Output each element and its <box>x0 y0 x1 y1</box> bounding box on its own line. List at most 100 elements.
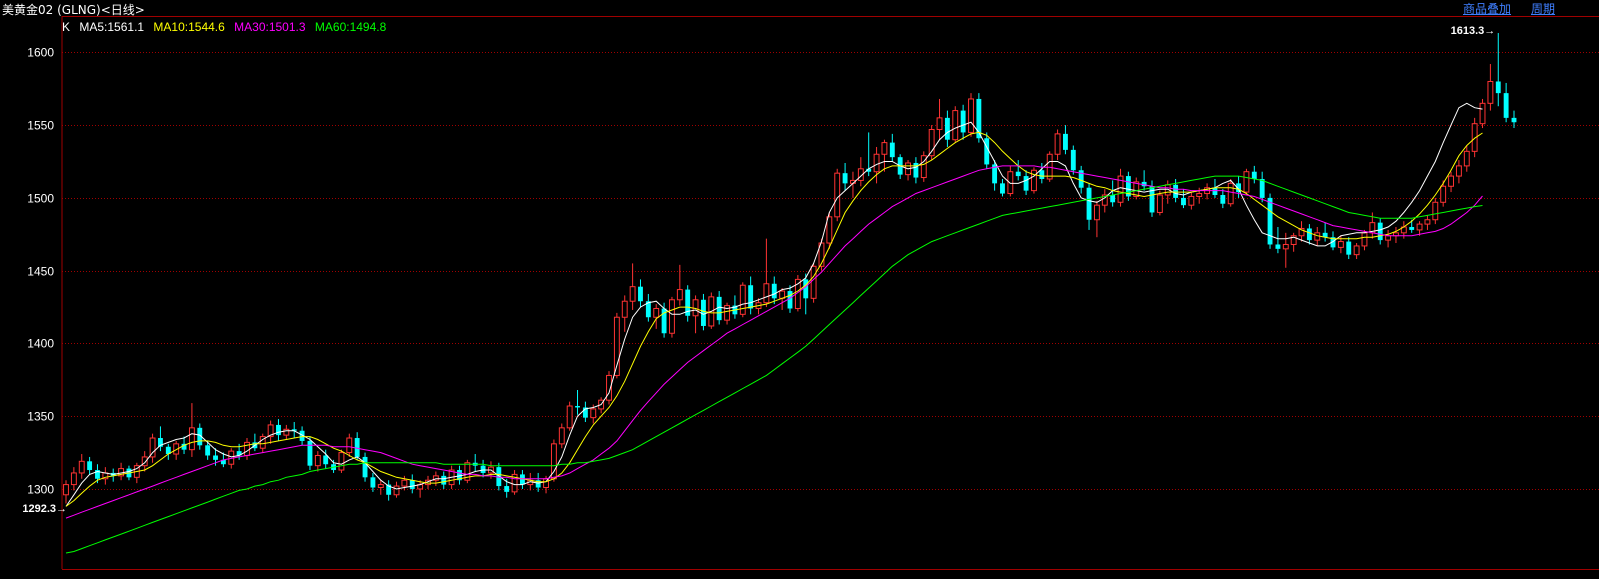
candle-body-up <box>739 284 746 315</box>
candle-body-down <box>362 456 368 478</box>
candle-body-down <box>960 110 966 133</box>
candle-body-down <box>1251 171 1257 179</box>
candle-body-up <box>1282 243 1289 250</box>
candle-body-up <box>338 452 345 471</box>
legend-ma60: MA60:1494.8 <box>314 20 387 34</box>
candle-body-up <box>1196 193 1203 197</box>
candle-body-down <box>771 283 777 299</box>
candle-body-up <box>1243 171 1250 193</box>
candle-body-up <box>968 98 974 133</box>
candle-body-up <box>1385 235 1392 241</box>
candle-body-down <box>1212 187 1218 195</box>
candle-body-down <box>575 406 580 408</box>
candle-body-up <box>873 153 880 173</box>
candle-body-up <box>393 485 400 496</box>
candle-body-down <box>441 475 447 485</box>
max-price-label: 1613.3→ <box>1451 25 1496 37</box>
candle-body-down <box>1259 178 1265 198</box>
candle-body-down <box>1267 197 1273 245</box>
candle-body-down <box>1181 197 1186 206</box>
candle-body-up <box>1156 194 1163 213</box>
ma-legend: K MA5:1561.1 MA10:1544.6 MA30:1501.3 MA6… <box>62 20 392 34</box>
candle-body-up <box>566 405 573 429</box>
candle-body-up <box>621 300 628 318</box>
candle-body-up <box>1031 169 1037 192</box>
candle-body-down <box>1000 183 1005 194</box>
candle-body-up <box>936 117 943 131</box>
candle-body-down <box>1220 194 1226 204</box>
candle-body-down <box>1503 93 1509 118</box>
ma10-line <box>65 131 1483 507</box>
candle-body-down <box>1062 133 1068 150</box>
candle-body-up <box>669 299 675 334</box>
candle-body-up <box>1440 185 1447 203</box>
candle-body-down <box>1173 184 1179 198</box>
candle-body-down <box>1346 241 1352 255</box>
candle-body-down <box>1409 227 1415 230</box>
y-tick-label: 1550 <box>27 119 54 133</box>
candle-body-up <box>1188 195 1195 206</box>
candle-body-up <box>1054 133 1061 155</box>
y-tick-label: 1500 <box>27 192 54 206</box>
candle-body-up <box>881 142 888 155</box>
candle-body-down <box>944 117 950 140</box>
candle-body-up <box>952 110 959 141</box>
candle-body-down <box>1495 81 1501 94</box>
candle-body-down <box>842 173 848 184</box>
candle-body-up <box>1432 201 1439 221</box>
candle-body-up <box>1007 171 1014 195</box>
candle-body-up <box>314 454 321 467</box>
candle-body-up <box>558 427 565 445</box>
candle-body-down <box>87 461 93 471</box>
candle-body-down <box>984 138 990 165</box>
candle-body-up <box>1361 232 1368 247</box>
candle-body-down <box>504 486 510 492</box>
candle-body-down <box>205 445 211 456</box>
candle-body-up <box>1416 223 1423 231</box>
legend-ma30: MA30:1501.3 <box>234 20 306 34</box>
candle-body-up <box>810 265 817 299</box>
candle-body-down <box>409 480 415 489</box>
candle-body-up <box>834 172 841 218</box>
candle-body-up <box>78 460 85 474</box>
candle-body-up <box>653 308 660 318</box>
ma5-line <box>65 102 1483 507</box>
candle-body-up <box>1479 102 1486 125</box>
candle-body-down <box>1306 228 1312 241</box>
candle-body-down <box>307 440 313 466</box>
candle-body-down <box>889 142 895 158</box>
candle-body-up <box>377 484 384 489</box>
candle-body-down <box>1023 176 1029 191</box>
candle-body-up <box>1353 245 1360 256</box>
candle-body-down <box>638 286 643 302</box>
candle-body-up <box>70 472 77 486</box>
candle-body-down <box>1039 170 1045 179</box>
y-tick-label: 1450 <box>27 265 54 279</box>
candle-body-up <box>629 286 636 302</box>
candle-body-up <box>63 484 69 496</box>
candle-body-up <box>1046 153 1053 180</box>
candle-body-up <box>1448 175 1454 187</box>
candle-body-down <box>748 285 754 309</box>
y-tick-label: 1600 <box>27 46 54 60</box>
y-tick-label: 1350 <box>27 410 54 424</box>
candle-body-down <box>1086 187 1092 220</box>
candle-body-up <box>244 441 250 456</box>
candle-body-up <box>1424 219 1431 225</box>
candle-body-up <box>346 437 353 454</box>
candle-body-up <box>401 479 408 487</box>
candle-body-up <box>763 283 770 304</box>
legend-k-label: K <box>62 20 71 34</box>
candle-body-down <box>1070 149 1076 171</box>
legend-ma5: MA5:1561.1 <box>79 20 145 34</box>
candle-body-up <box>826 216 833 244</box>
y-tick-label: 1300 <box>27 483 54 497</box>
kline-chart[interactable]: 1300 1350 1400 1450 1500 1550 1600 1613.3→ 1292.… <box>0 0 1599 579</box>
candle-body-up <box>590 408 597 419</box>
candle-body-down <box>213 455 218 460</box>
candle-body-down <box>323 455 329 465</box>
min-price-label: 1292.3→ <box>22 503 67 515</box>
candle-body-down <box>803 279 809 299</box>
legend-ma10: MA10:1544.6 <box>153 20 225 34</box>
candle-body-up <box>1093 204 1100 221</box>
